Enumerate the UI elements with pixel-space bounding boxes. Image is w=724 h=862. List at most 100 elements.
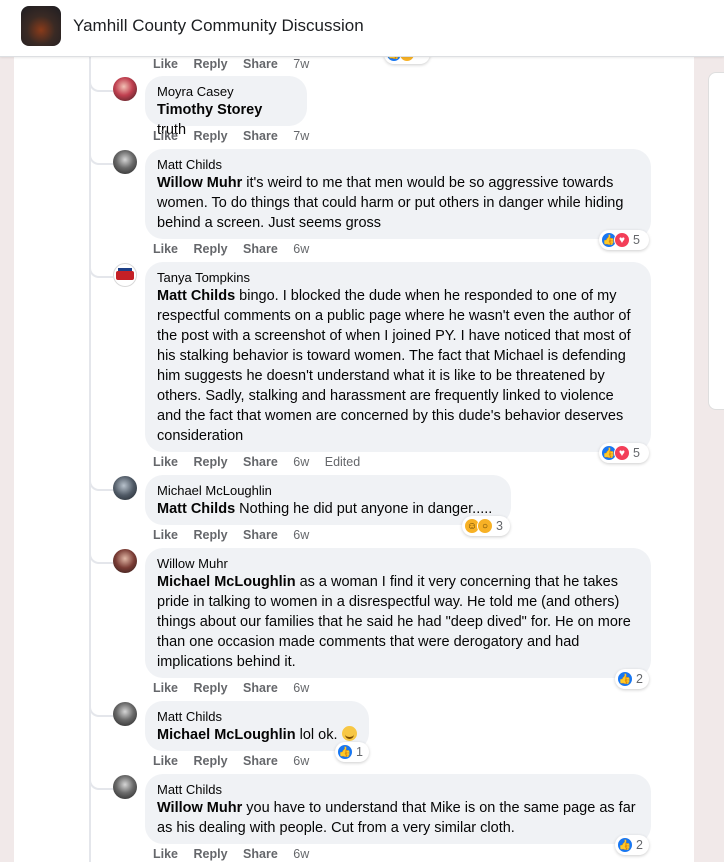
comment-text: Michael McLoughlin as a woman I find it … [157,572,639,672]
comment-author[interactable]: Tanya Tompkins [157,270,639,286]
comment-time[interactable]: 6w [293,847,309,861]
reaction-summary[interactable]: 👍 2 [615,669,649,689]
comment-time[interactable]: 6w [293,455,309,469]
like-icon: 👍 [617,671,633,687]
comment-author[interactable]: Matt Childs [157,782,639,798]
comment-text: Matt Childs Nothing he did put anyone in… [157,499,499,519]
comment-actions: Like Reply Share 6w [153,846,321,862]
mention-link[interactable]: Michael McLoughlin [157,727,296,743]
reaction-summary[interactable]: 👍 1 [335,742,369,762]
mention-link[interactable]: Timothy Storey [157,102,262,118]
comment-time[interactable]: 7w [293,57,309,71]
reply-button[interactable]: Reply [194,847,228,861]
reaction-count: 3 [496,519,503,533]
reply-button[interactable]: Reply [194,242,228,256]
avatar-graphic [116,271,134,280]
like-button[interactable]: Like [153,681,178,695]
share-button[interactable]: Share [243,681,278,695]
reply-button[interactable]: Reply [194,129,228,143]
comment-time[interactable]: 6w [293,528,309,542]
share-button[interactable]: Share [243,847,278,861]
reply-button[interactable]: Reply [194,681,228,695]
comment-author[interactable]: Matt Childs [157,709,357,725]
reply-button[interactable]: Reply [194,754,228,768]
like-button[interactable]: Like [153,847,178,861]
avatar[interactable] [113,702,137,726]
comment-body: Nothing he did put anyone in danger..... [235,501,493,517]
reaction-count: 5 [633,233,640,247]
avatar[interactable] [113,77,137,101]
share-button[interactable]: Share [243,455,278,469]
mention-link[interactable]: Matt Childs [157,288,235,304]
like-icon: 👍 [337,744,353,760]
group-header: Yamhill County Community Discussion [0,0,724,57]
reaction-count: 5 [633,446,640,460]
mention-link[interactable]: Michael McLoughlin [157,574,296,590]
side-panel-card [708,72,724,410]
thread-connector [89,475,113,491]
like-button[interactable]: Like [153,455,178,469]
reaction-count: 2 [636,838,643,852]
comment-actions: Like Reply Share 6w [153,241,321,257]
mention-link[interactable]: Willow Muhr [157,800,242,816]
comment-bubble: Matt Childs Willow Muhr you have to unde… [145,774,651,844]
group-title[interactable]: Yamhill County Community Discussion [73,16,364,36]
share-button[interactable]: Share [243,754,278,768]
comment-bubble: Matt Childs Willow Muhr it's weird to me… [145,149,651,239]
like-button[interactable]: Like [153,129,178,143]
like-button[interactable]: Like [153,754,178,768]
like-button[interactable]: Like [153,57,178,71]
comment-text: Willow Muhr you have to understand that … [157,798,639,838]
reply-button[interactable]: Reply [194,455,228,469]
share-button[interactable]: Share [243,57,278,71]
edited-label[interactable]: Edited [325,455,360,469]
comment-time[interactable]: 6w [293,754,309,768]
love-icon: ♥ [614,445,630,461]
mention-link[interactable]: Matt Childs [157,501,235,517]
thread-connector [89,774,113,790]
reply-button[interactable]: Reply [194,57,228,71]
like-button[interactable]: Like [153,242,178,256]
comment-text: Matt Childs bingo. I blocked the dude wh… [157,286,639,446]
comment-actions: Like Reply Share 6w [153,527,321,543]
comment-time[interactable]: 6w [293,681,309,695]
comment-author[interactable]: Matt Childs [157,157,639,173]
thread-connector [89,262,113,278]
thread-connector [89,76,113,92]
avatar[interactable] [113,263,137,287]
thread-line [89,56,91,862]
comment-bubble: Matt Childs Michael McLoughlin lol ok. [145,701,369,751]
reaction-summary[interactable]: 👍 2 [615,835,649,855]
love-icon: ♥ [614,232,630,248]
comment-actions: Like Reply Share 6w [153,680,321,696]
thread-connector [89,149,113,165]
mention-link[interactable]: Willow Muhr [157,175,242,191]
avatar[interactable] [113,476,137,500]
reaction-count: 2 [636,672,643,686]
like-button[interactable]: Like [153,528,178,542]
avatar[interactable] [113,150,137,174]
share-button[interactable]: Share [243,528,278,542]
reply-button[interactable]: Reply [194,528,228,542]
reaction-summary[interactable]: ☺ ○ 3 [462,516,510,536]
comment-author[interactable]: Willow Muhr [157,556,639,572]
avatar[interactable] [113,549,137,573]
comment-author[interactable]: Michael McLoughlin [157,483,499,499]
comment-actions: Like Reply Share 7w [153,56,321,72]
reaction-summary[interactable]: 👍 ☺ [384,56,430,64]
wow-icon: ○ [477,518,493,534]
reaction-summary[interactable]: 👍 ♥ 5 [599,443,649,463]
comment-time[interactable]: 6w [293,242,309,256]
comment-bubble: Michael McLoughlin Matt Childs Nothing h… [145,475,511,525]
share-button[interactable]: Share [243,242,278,256]
comment-time[interactable]: 7w [293,129,309,143]
comment-actions: Like Reply Share 6w Edited [153,454,372,470]
comment-author[interactable]: Moyra Casey [157,84,295,100]
reaction-summary[interactable]: 👍 ♥ 5 [599,230,649,250]
group-avatar[interactable] [21,6,61,46]
like-icon: 👍 [617,837,633,853]
thread-connector [89,701,113,717]
comment-actions: Like Reply Share 7w [153,128,321,144]
share-button[interactable]: Share [243,129,278,143]
avatar[interactable] [113,775,137,799]
